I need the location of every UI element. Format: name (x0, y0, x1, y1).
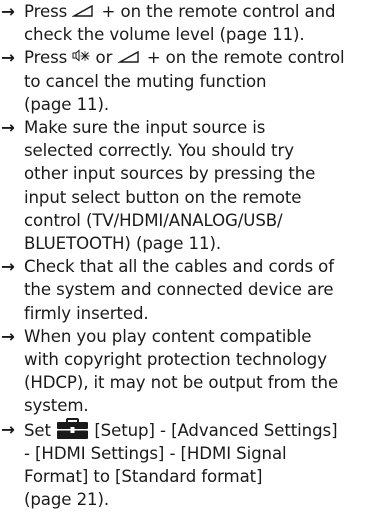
remedy-item: → Set [Setup] - [Advanced Settings] - [HDM… (0, 417, 372, 512)
remedy-line: When you play content compatible (24, 325, 372, 348)
remedy-line: (page 11). (24, 93, 372, 116)
remedy-item: → Make sure the input source is selected c… (0, 116, 372, 255)
remedy-line: Set [Setup] - [Advanced Settings] (24, 417, 372, 442)
text-run: [Setup] - [Advanced Settings] (94, 420, 338, 440)
remedy-line: - [HDMI Settings] - [HDMI Signal (24, 442, 372, 465)
remedy-line: Press + on the remote control and (24, 0, 372, 23)
text-run: or (95, 48, 118, 68)
remedy-line: the system and connected device are (24, 278, 372, 301)
arrow-bullet-icon: → (1, 257, 15, 277)
text-run: other input sources by pressing the (24, 164, 316, 184)
text-run: Set (24, 420, 57, 440)
arrow-bullet-icon: → (1, 48, 15, 68)
volume-up-icon (117, 48, 147, 67)
text-run: system. (24, 396, 89, 416)
remedy-line: firmly inserted. (24, 302, 372, 325)
text-run: When you play content compatible (24, 326, 312, 346)
text-run: the system and connected device are (24, 280, 334, 300)
text-run: control (TV/HDMI/ANALOG/USB/ (24, 210, 283, 230)
mute-icon (72, 48, 95, 67)
remedy-line: Check that all the cables and cords of (24, 255, 372, 278)
text-run: with copyright protection technology (24, 350, 327, 370)
remedy-list: → Press + on the remote control and check … (0, 0, 372, 511)
remedy-item: → Press or + on the remote control to canc… (0, 46, 372, 116)
remedy-item: → Press + on the remote control and check … (0, 0, 372, 46)
remedy-line: check the volume level (page 11). (24, 23, 372, 46)
text-run: (page 11). (24, 94, 110, 114)
remedy-line: input select button on the remote (24, 186, 372, 209)
text-run: input select button on the remote (24, 187, 302, 207)
remedy-line: Format] to [Standard format] (24, 465, 372, 488)
text-run: - [HDMI Settings] - [HDMI Signal (24, 443, 287, 463)
toolbox-icon (56, 417, 94, 440)
text-run: to cancel the muting function (24, 71, 267, 91)
remedy-line: with copyright protection technology (24, 348, 372, 371)
remedy-line: Make sure the input source is (24, 116, 372, 139)
remedy-line: control (TV/HDMI/ANALOG/USB/ (24, 209, 372, 232)
text-run: check the volume level (page 11). (24, 25, 305, 45)
text-run: Format] to [Standard format] (24, 467, 263, 487)
arrow-bullet-icon: → (1, 326, 15, 346)
remedy-line: (HDCP), it may not be output from the (24, 371, 372, 394)
text-run: + on the remote control and (101, 2, 336, 21)
volume-up-icon (72, 2, 101, 21)
text-run: Press (24, 48, 73, 68)
troubleshooting-page: → Press + on the remote control and check … (0, 0, 372, 531)
text-run: firmly inserted. (24, 303, 149, 323)
remedy-line: other input sources by pressing the (24, 162, 372, 185)
arrow-bullet-icon: → (1, 118, 15, 138)
remedy-line: BLUETOOTH) (page 11). (24, 232, 372, 255)
text-run: Make sure the input source is (24, 118, 266, 138)
text-run: BLUETOOTH) (page 11). (24, 234, 222, 254)
text-run: Check that all the cables and cords of (24, 257, 334, 277)
text-run: Press (24, 2, 73, 21)
arrow-bullet-icon: → (1, 419, 15, 439)
text-run: (HDCP), it may not be output from the (24, 373, 339, 393)
remedy-item: → Check that all the cables and cords of t… (0, 255, 372, 325)
remedy-line: (page 21). (24, 488, 372, 511)
remedy-item: → When you play content compatible with co… (0, 325, 372, 418)
text-run: selected correctly. You should try (24, 141, 294, 161)
remedy-line: to cancel the muting function (24, 70, 372, 93)
arrow-bullet-icon: → (1, 2, 15, 21)
remedy-line: Press or + on the remote control (24, 46, 372, 69)
text-run: (page 21). (24, 490, 110, 510)
remedy-line: selected correctly. You should try (24, 139, 372, 162)
text-run: + on the remote control (146, 48, 345, 68)
remedy-line: system. (24, 394, 372, 417)
